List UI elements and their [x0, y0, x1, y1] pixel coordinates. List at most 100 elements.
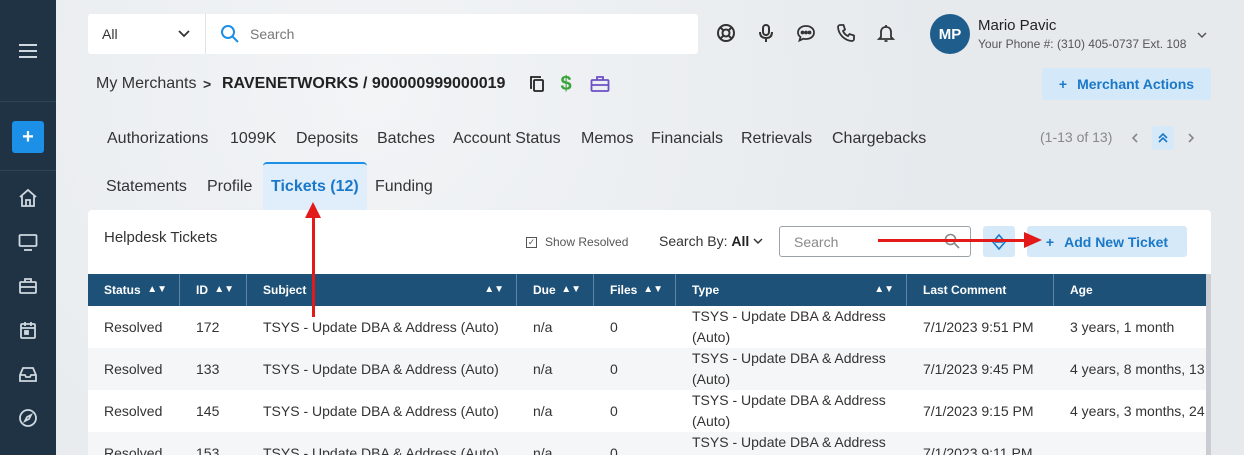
plus-icon: + [1058, 76, 1068, 92]
ticket-search-placeholder: Search [794, 233, 839, 250]
column-header-last-comment[interactable]: Last Comment [907, 274, 1054, 306]
cell-age: 3 years, 1 month [1070, 319, 1175, 335]
chat-bubble-icon[interactable] [795, 22, 817, 44]
column-label: Last Comment [923, 283, 1007, 297]
tab-authorizations[interactable]: Authorizations [107, 127, 208, 151]
cell-due: n/a [533, 445, 553, 455]
table-scrollbar[interactable] [1206, 274, 1211, 455]
dollar-icon[interactable]: $ [556, 73, 576, 95]
search-scope-select[interactable]: All [88, 14, 206, 54]
tab-profile[interactable]: Profile [207, 175, 252, 199]
annotation-arrow-tickets [312, 212, 315, 317]
tab-funding[interactable]: Funding [375, 175, 433, 199]
user-phone: Your Phone #: (310) 405-0737 Ext. 108 [978, 37, 1187, 51]
table-row[interactable]: Resolved 133 TSYS - Update DBA & Address… [88, 348, 1206, 390]
tab-retrievals[interactable]: Retrievals [741, 127, 812, 151]
hamburger-menu-icon[interactable] [0, 0, 56, 102]
column-header-type[interactable]: Type ▲▼ [676, 274, 907, 306]
global-search: All Search [88, 14, 698, 54]
cell-last-comment: 7/1/2023 9:11 PM [923, 445, 1033, 455]
cell-status: Resolved [104, 445, 163, 455]
search-by-select[interactable]: Search By: All [659, 233, 763, 249]
chevron-left-icon[interactable] [1124, 126, 1146, 150]
column-header-files[interactable]: Files ▲▼ [594, 274, 676, 306]
tab-account-status[interactable]: Account Status [453, 127, 561, 151]
avatar[interactable]: MP [930, 14, 970, 54]
tab-financials[interactable]: Financials [651, 127, 723, 151]
pager-count: (1-13 of 13) [1040, 129, 1113, 145]
column-label: Subject [263, 283, 307, 297]
cell-due: n/a [533, 403, 553, 419]
tab-memos[interactable]: Memos [581, 127, 633, 151]
monitor-icon[interactable] [16, 230, 40, 254]
table-row[interactable]: Resolved 153 TSYS - Update DBA & Address… [88, 432, 1206, 455]
bell-icon[interactable] [875, 22, 897, 44]
support-lifebuoy-icon[interactable] [715, 22, 737, 44]
column-header-status[interactable]: Status ▲▼ [88, 274, 180, 306]
microphone-icon[interactable] [755, 22, 777, 44]
cell-files: 0 [610, 445, 618, 455]
cell-files: 0 [610, 403, 618, 419]
sort-icon: ▲▼ [147, 284, 167, 295]
cell-last-comment: 7/1/2023 9:45 PM [923, 361, 1034, 377]
column-header-id[interactable]: ID ▲▼ [180, 274, 247, 306]
show-resolved-toggle[interactable]: ✓ Show Resolved [526, 235, 628, 249]
tab-1099k[interactable]: 1099K [230, 127, 276, 151]
quick-add-button[interactable]: + [12, 121, 44, 153]
breadcrumb-separator: > [203, 76, 212, 92]
tab-deposits[interactable]: Deposits [296, 127, 358, 151]
cell-type: TSYS - Update DBA & Address (Auto) [692, 434, 886, 450]
column-header-due[interactable]: Due ▲▼ [517, 274, 594, 306]
sort-icon: ▲▼ [561, 284, 581, 295]
column-header-subject[interactable]: Subject ▲▼ [247, 274, 517, 306]
table-row[interactable]: Resolved 172 TSYS - Update DBA & Address… [88, 306, 1206, 348]
search-icon [944, 233, 960, 252]
annotation-arrowhead-up [305, 202, 321, 218]
tab-batches[interactable]: Batches [377, 127, 435, 151]
table-header: Status ▲▼ ID ▲▼ Subject ▲▼ Due ▲▼ Files ▲▼ Ty… [88, 274, 1206, 306]
cell-age: 4 years, 8 months, 13 [1070, 361, 1205, 377]
tab-chargebacks[interactable]: Chargebacks [832, 127, 926, 151]
search-input[interactable]: Search [250, 26, 294, 42]
breadcrumb-root-link[interactable]: My Merchants [96, 75, 196, 93]
column-label: Status [104, 283, 141, 297]
copy-icon[interactable] [527, 74, 547, 94]
merchant-actions-button[interactable]: + Merchant Actions [1042, 68, 1211, 100]
add-new-ticket-button[interactable]: + Add New Ticket [1027, 226, 1187, 257]
user-name: Mario Pavic [978, 17, 1057, 34]
compass-icon[interactable] [16, 406, 40, 430]
page-title: RAVENETWORKS / 900000999000019 [222, 75, 506, 92]
cell-status: Resolved [104, 319, 163, 335]
cell-age: 4 years, 3 months, 24 [1070, 403, 1205, 419]
chevron-down-icon [753, 233, 763, 249]
cell-due: n/a [533, 361, 553, 377]
collapse-up-icon[interactable] [1152, 126, 1174, 150]
calendar-icon[interactable] [16, 318, 40, 342]
tab-statements[interactable]: Statements [106, 175, 187, 199]
cell-subject: TSYS - Update DBA & Address (Auto) [263, 361, 499, 377]
table-row[interactable]: Resolved 145 TSYS - Update DBA & Address… [88, 390, 1206, 432]
sidebar: + [0, 0, 56, 455]
sort-icon: ▲▼ [874, 284, 894, 295]
annotation-arrowhead-right [1024, 232, 1042, 248]
sort-icon: ▲▼ [484, 284, 504, 295]
cell-status: Resolved [104, 361, 163, 377]
search-scope-value: All [102, 26, 118, 42]
phone-icon[interactable] [835, 22, 857, 44]
home-icon[interactable] [16, 186, 40, 210]
add-new-ticket-label: Add New Ticket [1064, 233, 1169, 250]
inbox-icon[interactable] [16, 362, 40, 386]
column-label: Type [692, 283, 720, 297]
chevron-right-icon[interactable] [1180, 126, 1202, 150]
cell-id: 145 [196, 403, 220, 419]
panel-title: Helpdesk Tickets [104, 229, 218, 246]
checkbox-checked-icon[interactable]: ✓ [526, 236, 537, 248]
user-menu-chevron-icon[interactable] [1196, 28, 1208, 46]
sort-icon: ▲▼ [214, 284, 234, 295]
cell-type: TSYS - Update DBA & Address (Auto) [692, 350, 886, 387]
cell-id: 153 [196, 445, 220, 455]
column-header-age[interactable]: Age [1054, 274, 1206, 306]
briefcase-icon[interactable] [590, 74, 610, 94]
briefcase-icon[interactable] [16, 274, 40, 298]
cell-files: 0 [610, 361, 618, 377]
